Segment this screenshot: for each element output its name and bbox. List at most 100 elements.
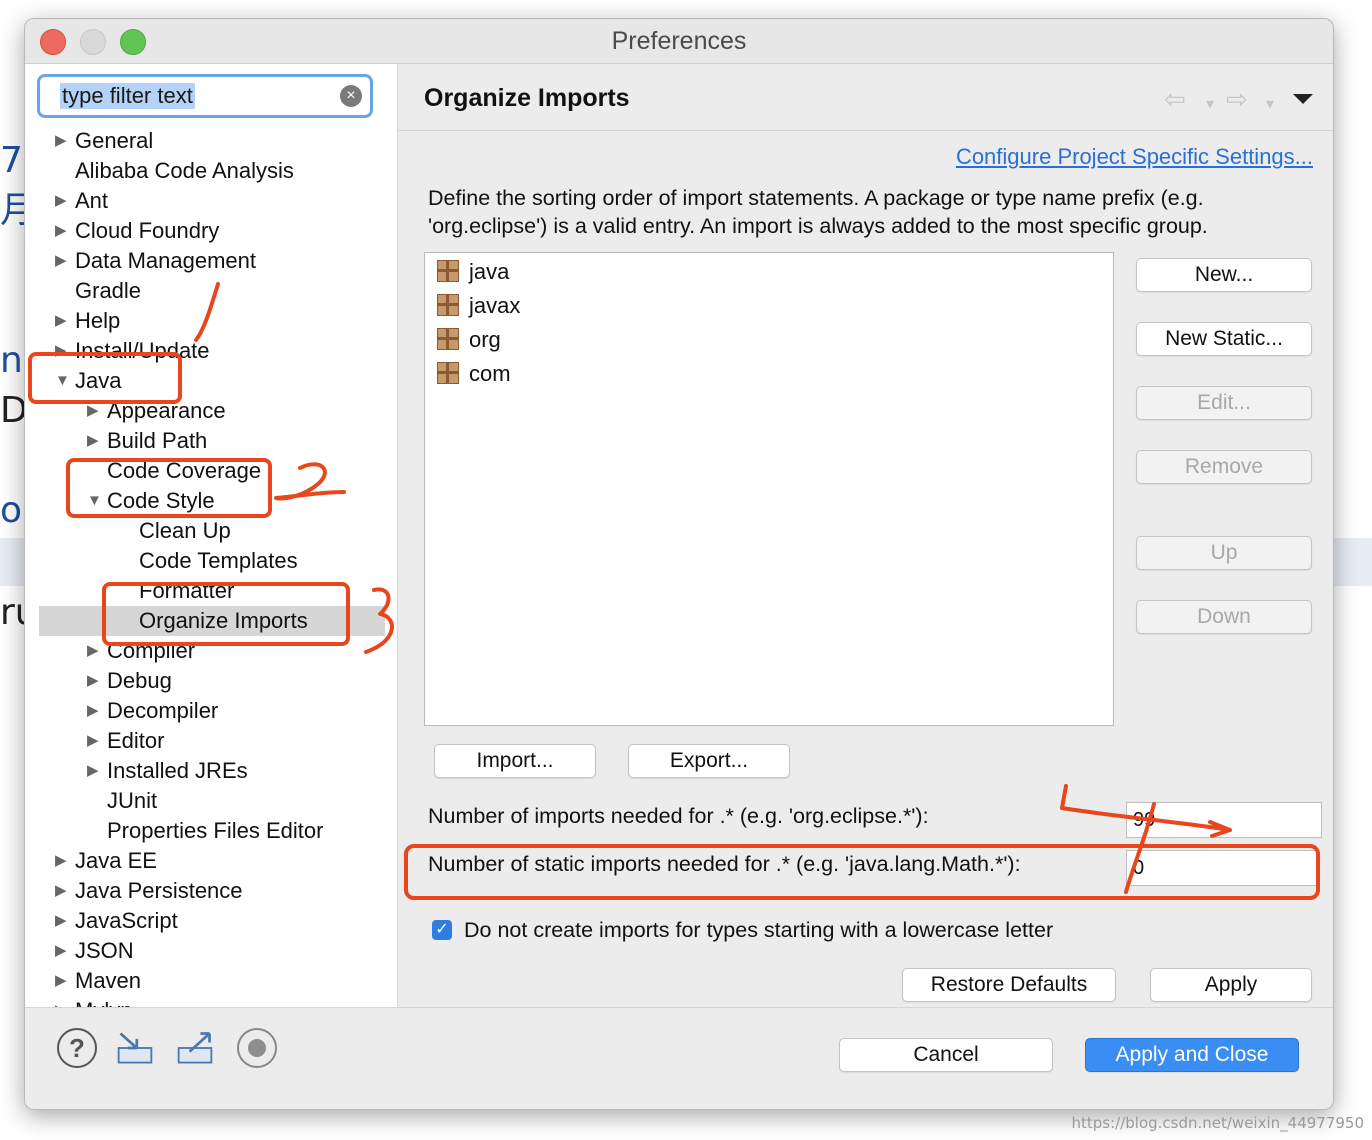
- lowercase-checkbox-label: Do not create imports for types starting…: [464, 918, 1054, 942]
- new-static-button[interactable]: New Static...: [1136, 322, 1312, 356]
- page-header: Organize Imports ⇦ ▾ ⇨ ▾: [398, 64, 1333, 131]
- expanded-triangle-icon[interactable]: ▼: [87, 486, 102, 516]
- list-item[interactable]: javax: [437, 291, 520, 321]
- collapsed-triangle-icon[interactable]: ▶: [87, 636, 99, 666]
- collapsed-triangle-icon[interactable]: ▶: [55, 936, 67, 966]
- tree-item-label: Maven: [75, 968, 142, 993]
- collapsed-triangle-icon[interactable]: ▶: [55, 336, 67, 366]
- collapsed-triangle-icon[interactable]: ▶: [87, 426, 99, 456]
- up-button[interactable]: Up: [1136, 536, 1312, 570]
- collapsed-triangle-icon[interactable]: ▶: [87, 396, 99, 426]
- tree-item[interactable]: ▶ Mylyn: [55, 996, 132, 1007]
- tree-item-label: Java: [75, 368, 122, 393]
- back-dropdown-icon[interactable]: ▾: [1206, 94, 1214, 114]
- tree-item[interactable]: ▶ Installed JREs: [87, 756, 248, 786]
- imports-threshold-field[interactable]: 99: [1126, 802, 1322, 838]
- back-arrow-icon[interactable]: ⇦: [1164, 84, 1186, 115]
- tree-item[interactable]: ▶ Editor: [87, 726, 164, 756]
- package-icon: [437, 260, 459, 282]
- cancel-button[interactable]: Cancel: [839, 1038, 1053, 1072]
- new-button[interactable]: New...: [1136, 258, 1312, 292]
- collapsed-triangle-icon[interactable]: ▶: [87, 756, 99, 786]
- stop-icon[interactable]: [237, 1028, 277, 1068]
- filter-search-text[interactable]: type filter text: [60, 83, 195, 109]
- tree-item[interactable]: Alibaba Code Analysis: [75, 156, 294, 186]
- tree-item[interactable]: ▼ Code Style: [87, 486, 215, 516]
- package-icon: [437, 294, 459, 316]
- tree-item[interactable]: ▶ Cloud Foundry: [55, 216, 219, 246]
- collapsed-triangle-icon[interactable]: ▶: [87, 666, 99, 696]
- tree-item[interactable]: Organize Imports: [139, 606, 308, 636]
- collapsed-triangle-icon[interactable]: ▶: [55, 966, 67, 996]
- tree-item[interactable]: Clean Up: [139, 516, 231, 546]
- tree-item[interactable]: Code Coverage: [107, 456, 261, 486]
- collapsed-triangle-icon[interactable]: ▶: [55, 876, 67, 906]
- collapsed-triangle-icon[interactable]: ▶: [55, 996, 67, 1007]
- filter-search-input[interactable]: type filter text ×: [37, 74, 373, 118]
- tree-item[interactable]: ▶ Java Persistence: [55, 876, 243, 906]
- collapsed-triangle-icon[interactable]: ▶: [55, 906, 67, 936]
- apply-button[interactable]: Apply: [1150, 968, 1312, 1002]
- collapsed-triangle-icon[interactable]: ▶: [55, 126, 67, 156]
- titlebar: Preferences: [25, 19, 1333, 64]
- edit-button[interactable]: Edit...: [1136, 386, 1312, 420]
- static-threshold-field[interactable]: 0: [1126, 850, 1318, 886]
- list-item[interactable]: org: [437, 325, 501, 355]
- tree-item[interactable]: ▶ Appearance: [87, 396, 226, 426]
- tree-item[interactable]: ▶ Ant: [55, 186, 108, 216]
- tree-item[interactable]: ▶ Maven: [55, 966, 142, 996]
- tree-item-label: Clean Up: [139, 518, 231, 543]
- export-icon[interactable]: [175, 1028, 215, 1068]
- import-group-label: org: [469, 327, 501, 352]
- tree-item[interactable]: ▶ General: [55, 126, 153, 156]
- tree-item[interactable]: Formatter: [139, 576, 234, 606]
- clear-search-icon[interactable]: ×: [340, 85, 362, 107]
- restore-defaults-button[interactable]: Restore Defaults: [902, 968, 1116, 1002]
- collapsed-triangle-icon[interactable]: ▶: [55, 846, 67, 876]
- export-button[interactable]: Export...: [628, 744, 790, 778]
- tree-item[interactable]: ▶ Build Path: [87, 426, 207, 456]
- tree-item[interactable]: ▶ Data Management: [55, 246, 256, 276]
- lowercase-checkbox[interactable]: ✓: [432, 920, 452, 940]
- tree-item[interactable]: Code Templates: [139, 546, 298, 576]
- tree-item-label: Code Style: [107, 488, 215, 513]
- collapsed-triangle-icon[interactable]: ▶: [55, 246, 67, 276]
- list-item[interactable]: com: [437, 359, 511, 389]
- down-button[interactable]: Down: [1136, 600, 1312, 634]
- tree-item[interactable]: ▶ JavaScript: [55, 906, 178, 936]
- tree-item-label: Organize Imports: [139, 608, 308, 633]
- collapsed-triangle-icon[interactable]: ▶: [55, 186, 67, 216]
- import-group-label: java: [469, 259, 510, 284]
- collapsed-triangle-icon[interactable]: ▶: [87, 726, 99, 756]
- view-menu-icon[interactable]: [1293, 94, 1313, 104]
- tree-item[interactable]: ▼ Java: [55, 366, 122, 396]
- tree-item[interactable]: ▶ Install/Update: [55, 336, 210, 366]
- tree-item-label: Data Management: [75, 248, 256, 273]
- tree-item[interactable]: Properties Files Editor: [107, 816, 323, 846]
- tree-item[interactable]: ▶ Compiler: [87, 636, 195, 666]
- collapsed-triangle-icon[interactable]: ▶: [55, 306, 67, 336]
- tree-item-label: Formatter: [139, 578, 235, 603]
- import-order-list[interactable]: java javax org com: [424, 252, 1114, 726]
- remove-button[interactable]: Remove: [1136, 450, 1312, 484]
- configure-project-settings-link[interactable]: Configure Project Specific Settings...: [956, 144, 1313, 170]
- import-button[interactable]: Import...: [434, 744, 596, 778]
- collapsed-triangle-icon[interactable]: ▶: [87, 696, 99, 726]
- tree-item[interactable]: ▶ Decompiler: [87, 696, 218, 726]
- tree-item[interactable]: ▶ Help: [55, 306, 120, 336]
- tree-item[interactable]: ▶ Debug: [87, 666, 172, 696]
- tree-item[interactable]: JUnit: [107, 786, 157, 816]
- imports-threshold-label: Number of imports needed for .* (e.g. 'o…: [428, 804, 929, 828]
- import-icon[interactable]: [115, 1028, 155, 1068]
- expanded-triangle-icon[interactable]: ▼: [55, 366, 70, 396]
- tree-item[interactable]: ▶ JSON: [55, 936, 134, 966]
- apply-and-close-button[interactable]: Apply and Close: [1085, 1038, 1299, 1072]
- forward-arrow-icon[interactable]: ⇨: [1226, 84, 1248, 115]
- forward-dropdown-icon[interactable]: ▾: [1266, 94, 1274, 114]
- list-item[interactable]: java: [437, 257, 509, 287]
- collapsed-triangle-icon[interactable]: ▶: [55, 216, 67, 246]
- tree-item[interactable]: Gradle: [75, 276, 141, 306]
- tree-item-label: JavaScript: [75, 908, 178, 933]
- help-icon[interactable]: ?: [57, 1028, 97, 1068]
- tree-item[interactable]: ▶ Java EE: [55, 846, 157, 876]
